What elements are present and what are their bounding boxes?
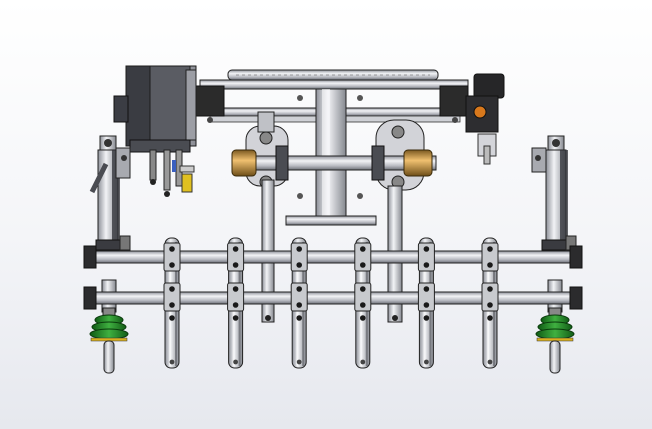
- upper-rail: [83, 245, 583, 269]
- bronze-bushing-left: [231, 149, 257, 177]
- cad-viewport: [83, 65, 583, 374]
- bronze-bushing-right: [403, 149, 433, 177]
- right-cylinder: [541, 135, 577, 313]
- right-suction-cup: [535, 307, 575, 374]
- right-cylinder-bracket: [531, 147, 547, 173]
- pneumatic-fittings: [149, 149, 195, 197]
- lower-rail: [83, 286, 583, 310]
- valve-actuator-box: [113, 65, 197, 153]
- left-suction-cup: [89, 307, 129, 374]
- solenoid-valve: [465, 73, 505, 165]
- top-mounting-plate: [227, 69, 439, 81]
